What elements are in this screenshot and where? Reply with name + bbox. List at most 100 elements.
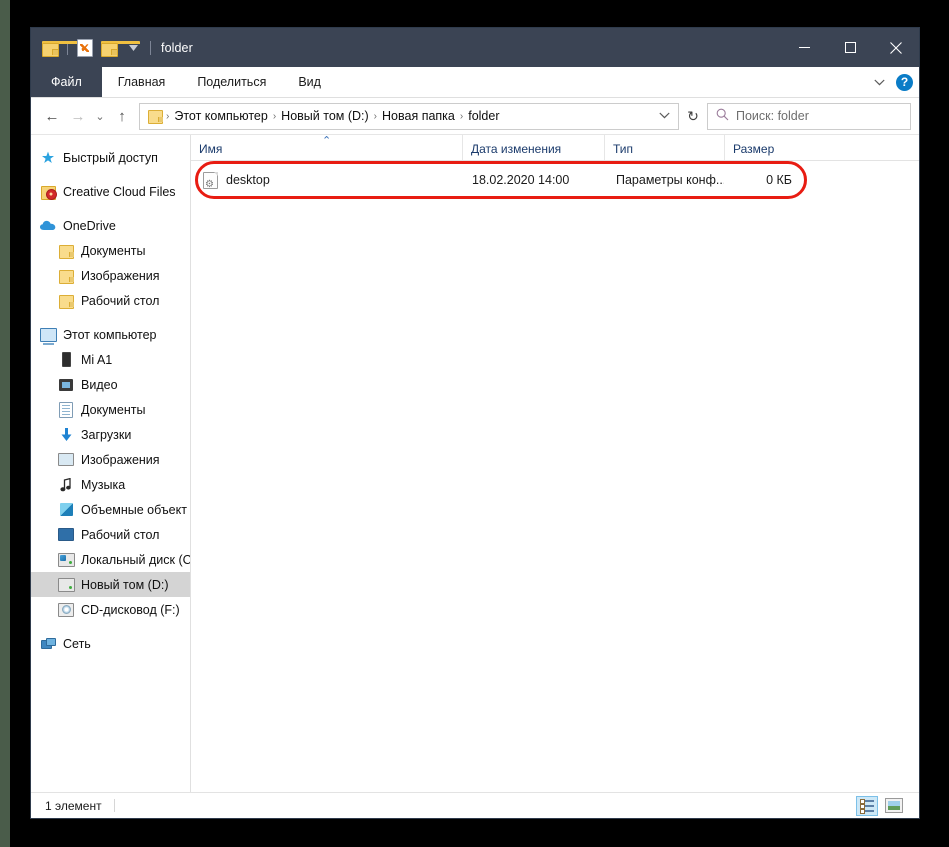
sidebar-item-label: Документы: [81, 243, 146, 258]
cloud-icon: [39, 218, 57, 234]
qat-divider-2: [150, 40, 151, 55]
sidebar-item-label: Этот компьютер: [63, 327, 157, 342]
maximize-button[interactable]: [827, 28, 873, 67]
column-header-type[interactable]: Тип: [604, 135, 724, 160]
breadcrumb-item-1[interactable]: Новый том (D:): [277, 109, 373, 123]
file-rows: desktop 18.02.2020 14:00 Параметры конф.…: [191, 161, 919, 792]
close-button[interactable]: [873, 28, 919, 67]
sidebar-item-label: Видео: [81, 377, 118, 392]
sidebar-item-local-disk-c[interactable]: Локальный диск (C: [31, 547, 190, 572]
sidebar-item-label: Загрузки: [81, 427, 132, 442]
folder-icon: [57, 293, 75, 309]
window-controls: [781, 28, 919, 67]
column-header-size[interactable]: Размер: [724, 135, 804, 160]
address-dropdown-caret-icon[interactable]: [659, 111, 674, 122]
breadcrumb-item-3[interactable]: folder: [464, 109, 503, 123]
quick-access-toolbar: ✓: [31, 38, 154, 58]
sidebar-item-this-pc[interactable]: Этот компьютер: [31, 322, 190, 347]
sidebar-item-creative-cloud-files[interactable]: ● Creative Cloud Files: [31, 179, 190, 204]
sidebar-item-desktop[interactable]: Рабочий стол: [31, 522, 190, 547]
details-view-button[interactable]: [856, 795, 878, 816]
file-size-cell: 0 КБ: [766, 173, 792, 187]
breadcrumb-item-0[interactable]: Этот компьютер: [170, 109, 271, 123]
search-input[interactable]: Поиск: folder: [707, 102, 911, 130]
tab-home[interactable]: Главная: [102, 67, 182, 97]
desktop-edge-strip: [0, 0, 10, 847]
pictures-icon: [57, 452, 75, 468]
forward-button[interactable]: →: [65, 102, 91, 130]
sidebar-item-quick-access[interactable]: Быстрый доступ: [31, 145, 190, 170]
column-header-label: Размер: [733, 142, 775, 156]
3d-objects-icon: [57, 502, 75, 518]
downloads-icon: [57, 427, 75, 443]
folder-icon: [57, 268, 75, 284]
file-list-pane: Имя ⌃ Дата изменения Тип Размер ⚙ deskto…: [191, 135, 919, 792]
sidebar-item-label: Музыка: [81, 477, 126, 492]
chevron-down-icon[interactable]: [872, 75, 886, 89]
file-name-cell: desktop: [191, 171, 462, 189]
sidebar-item-cd-drive-f[interactable]: CD-дисковод (F:): [31, 597, 190, 622]
column-header-name[interactable]: Имя ⌃: [191, 135, 462, 160]
sidebar-item-label: Изображения: [81, 452, 160, 467]
sidebar-item-pictures[interactable]: Изображения: [31, 447, 190, 472]
column-headers: Имя ⌃ Дата изменения Тип Размер: [191, 135, 919, 161]
sidebar-item-onedrive[interactable]: OneDrive: [31, 213, 190, 238]
tab-view[interactable]: Вид: [282, 67, 337, 97]
documents-icon: [57, 401, 75, 418]
search-placeholder: Поиск: folder: [736, 109, 809, 123]
drive-icon: [57, 577, 75, 593]
sidebar-item-music[interactable]: Музыка: [31, 472, 190, 497]
large-icons-view-icon: [885, 798, 903, 813]
main-content: Быстрый доступ ● Creative Cloud Files On…: [31, 134, 919, 792]
refresh-button[interactable]: ↻: [679, 104, 707, 129]
ribbon-tabs: Файл Главная Поделиться Вид ?: [31, 67, 919, 98]
phone-icon: [57, 352, 75, 368]
status-divider: [113, 799, 115, 812]
new-folder-icon[interactable]: [99, 38, 140, 58]
file-type-cell: Параметры конф...: [616, 173, 724, 187]
table-row[interactable]: desktop 18.02.2020 14:00 Параметры конф.…: [191, 166, 919, 194]
cd-drive-icon: [57, 602, 75, 618]
properties-icon[interactable]: ✓: [75, 38, 95, 58]
sidebar-item-new-volume-d[interactable]: Новый том (D:): [31, 572, 190, 597]
sidebar-item-onedrive-pictures[interactable]: Изображения: [31, 263, 190, 288]
tab-share[interactable]: Поделиться: [181, 67, 282, 97]
address-bar: ← → ⌄ ↑ › Этот компьютер › Новый том (D:…: [31, 98, 919, 134]
large-icons-view-button[interactable]: [883, 796, 905, 816]
sidebar-item-network[interactable]: Сеть: [31, 631, 190, 656]
breadcrumb-item-2[interactable]: Новая папка: [378, 109, 459, 123]
recent-locations-button[interactable]: ⌄: [91, 102, 109, 130]
network-icon: [39, 636, 57, 652]
desktop-icon: [57, 527, 75, 543]
sidebar-item-onedrive-documents[interactable]: Документы: [31, 238, 190, 263]
sidebar-item-label: Сеть: [63, 636, 91, 651]
music-icon: [57, 477, 75, 493]
config-settings-icon: [203, 171, 218, 189]
sidebar-item-label: Новый том (D:): [81, 577, 169, 592]
sidebar-item-downloads[interactable]: Загрузки: [31, 422, 190, 447]
tab-file[interactable]: Файл: [31, 67, 102, 97]
back-button[interactable]: ←: [39, 102, 65, 130]
folder-icon[interactable]: [40, 38, 81, 58]
minimize-button[interactable]: [781, 28, 827, 67]
breadcrumb[interactable]: › Этот компьютер › Новый том (D:) › Нова…: [139, 102, 679, 130]
sidebar-item-3d-objects[interactable]: Объемные объект: [31, 497, 190, 522]
sidebar-item-onedrive-desktop[interactable]: Рабочий стол: [31, 288, 190, 313]
sidebar-item-mi-a1[interactable]: Mi A1: [31, 347, 190, 372]
column-header-label: Имя: [199, 142, 223, 156]
help-icon[interactable]: ?: [896, 73, 913, 91]
sidebar-item-videos[interactable]: Видео: [31, 372, 190, 397]
column-header-date-modified[interactable]: Дата изменения: [462, 135, 604, 160]
sort-ascending-icon: ⌃: [322, 135, 332, 147]
up-button[interactable]: ↑: [109, 102, 135, 130]
status-bar: 1 элемент: [31, 792, 919, 818]
video-icon: [57, 377, 75, 393]
sidebar-item-label: Creative Cloud Files: [63, 184, 176, 199]
sidebar-item-documents[interactable]: Документы: [31, 397, 190, 422]
column-header-label: Тип: [613, 142, 634, 156]
sidebar-item-label: Рабочий стол: [81, 527, 160, 542]
